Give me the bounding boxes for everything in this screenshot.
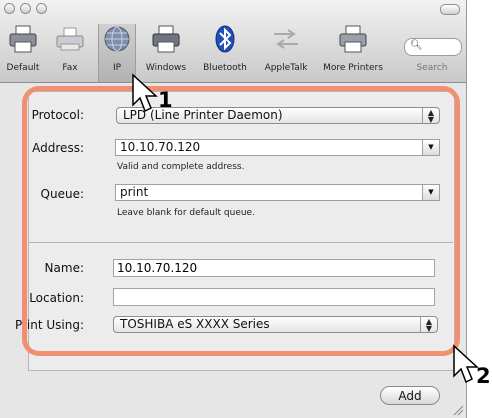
resize-grip-icon[interactable] <box>452 404 464 416</box>
address-hint: Valid and complete address. <box>117 162 245 172</box>
queue-hint: Leave blank for default queue. <box>117 208 255 218</box>
toolbar-toggle-button[interactable] <box>440 4 460 15</box>
protocol-label: Protocol: <box>31 108 84 122</box>
appletalk-icon <box>274 29 298 49</box>
toolbar-label-windows: Windows <box>145 63 187 73</box>
toolbar-label-appletalk: AppleTalk <box>264 63 308 73</box>
location-label: Location: <box>29 291 84 305</box>
toolbar-item-fax[interactable]: Fax <box>50 24 90 82</box>
name-label: Name: <box>44 261 84 275</box>
search-field[interactable]: 🔍︎ <box>404 38 462 56</box>
queue-label: Queue: <box>40 187 84 201</box>
fax-icon <box>56 27 84 51</box>
default-printer-icon <box>9 25 37 53</box>
location-field[interactable] <box>113 288 435 306</box>
chevron-down-icon[interactable]: ▼ <box>422 185 439 200</box>
name-field[interactable] <box>113 259 435 277</box>
chevron-down-icon[interactable]: ▼ <box>422 140 439 155</box>
close-window-button[interactable] <box>4 3 15 14</box>
print-using-popup[interactable]: TOSHIBA eS XXXX Series ▲ ▼ <box>113 316 438 333</box>
address-value: 10.10.70.120 <box>120 140 201 154</box>
address-label: Address: <box>32 141 84 155</box>
windows-printer-icon <box>152 25 180 53</box>
zoom-window-button[interactable] <box>36 3 47 14</box>
toolbar: Default Fax IP Windows Bluetooth AppleTa… <box>0 0 466 83</box>
more-printers-icon <box>339 25 367 53</box>
search-icon: 🔍︎ <box>410 40 423 51</box>
toolbar-label-default: Default <box>6 63 40 73</box>
toolbar-item-more-printers[interactable]: More Printers <box>318 24 388 82</box>
toolbar-label-fax: Fax <box>62 63 78 73</box>
step-2-callout: 2 <box>476 364 491 388</box>
minimize-window-button[interactable] <box>20 3 31 14</box>
pointer-cursor-icon <box>132 73 158 113</box>
step-1-callout: 1 <box>158 88 173 112</box>
add-button[interactable]: Add <box>380 386 440 405</box>
ip-globe-icon <box>104 26 130 52</box>
bluetooth-icon <box>215 25 235 53</box>
printer-browser-window: Default Fax IP Windows Bluetooth AppleTa… <box>0 0 467 418</box>
print-using-value: TOSHIBA eS XXXX Series <box>120 317 270 331</box>
toolbar-label-ip: IP <box>112 63 122 73</box>
print-using-label: Print Using: <box>14 318 84 332</box>
queue-combo[interactable]: print ▼ <box>115 184 440 201</box>
toolbar-item-bluetooth[interactable]: Bluetooth <box>197 24 253 82</box>
toolbar-item-default[interactable]: Default <box>3 24 43 82</box>
search-label: Search <box>416 63 448 73</box>
toolbar-label-more-printers: More Printers <box>323 63 383 73</box>
toolbar-label-bluetooth: Bluetooth <box>203 63 247 73</box>
address-combo[interactable]: 10.10.70.120 ▼ <box>115 139 440 156</box>
queue-value: print <box>120 185 149 199</box>
popup-arrows-icon: ▲ ▼ <box>422 108 439 124</box>
toolbar-item-appletalk[interactable]: AppleTalk <box>256 24 316 82</box>
section-divider <box>28 242 453 243</box>
popup-arrows-icon: ▲ ▼ <box>420 317 437 333</box>
